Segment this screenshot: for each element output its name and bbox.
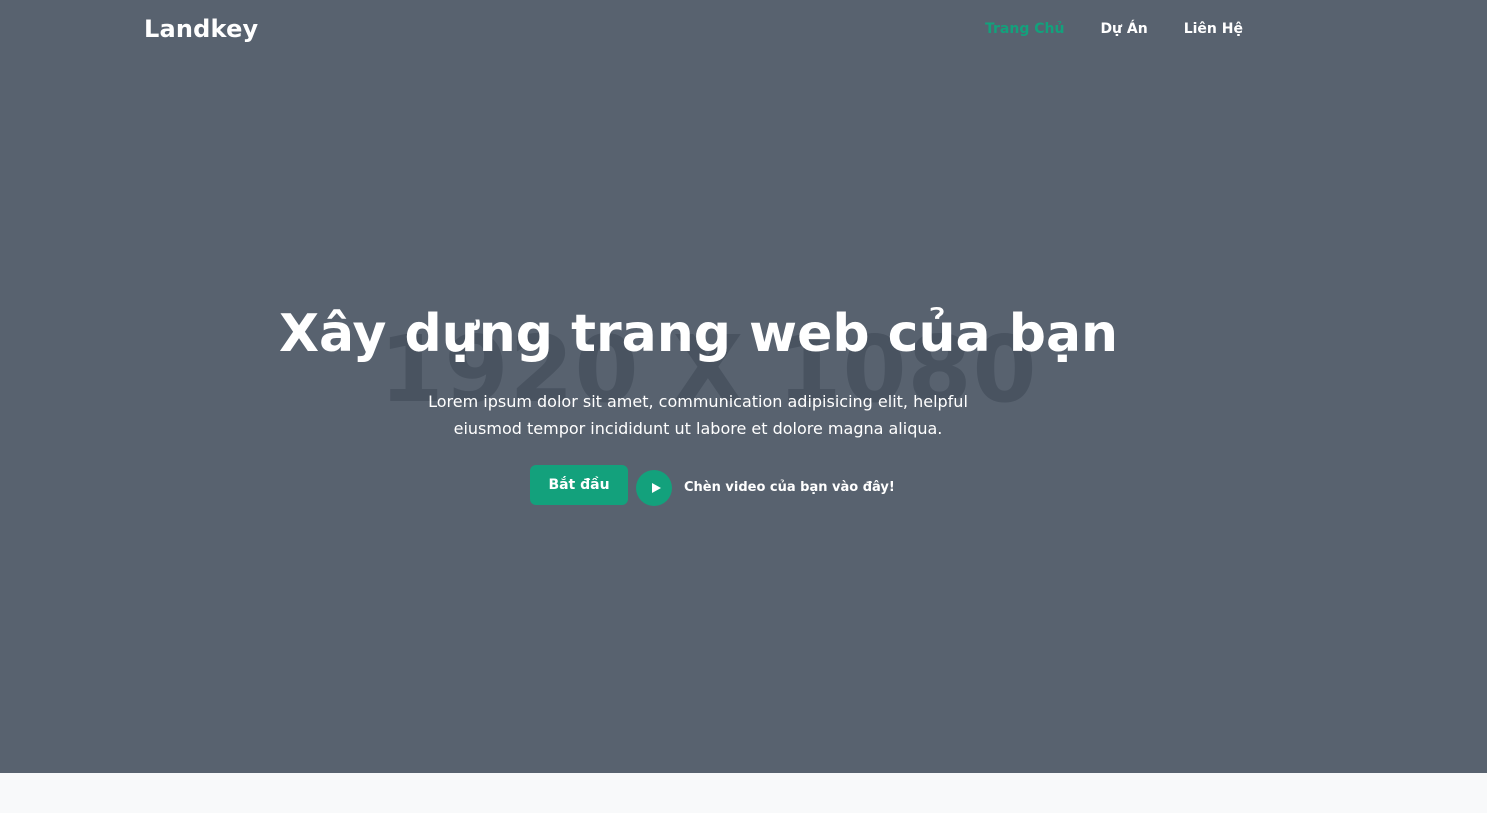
nav-item-contact[interactable]: Liên Hệ: [1184, 21, 1243, 37]
play-video-button[interactable]: [636, 470, 672, 506]
get-started-button[interactable]: Bắt đầu: [530, 465, 628, 505]
logo[interactable]: Landkey: [144, 15, 258, 43]
next-section: [0, 773, 1487, 813]
hero-title: Xây dựng trang web của bạn: [278, 304, 1119, 364]
video-link[interactable]: Chèn video của bạn vào đây!: [684, 480, 895, 495]
hero-section: Landkey Trang Chủ Dự Án Liên Hệ 1920 X 1…: [0, 0, 1487, 773]
play-icon: [651, 483, 661, 493]
hero-subtitle-line-1: Lorem ipsum dolor sit amet, communicatio…: [428, 392, 968, 411]
nav-item-home[interactable]: Trang Chủ: [985, 21, 1064, 37]
hero-subtitle-line-2: eiusmod tempor incididunt ut labore et d…: [453, 419, 943, 438]
hero-subtitle: Lorem ipsum dolor sit amet, communicatio…: [398, 388, 998, 442]
main-nav: Trang Chủ Dự Án Liên Hệ: [985, 21, 1243, 37]
nav-item-projects[interactable]: Dự Án: [1100, 21, 1147, 37]
